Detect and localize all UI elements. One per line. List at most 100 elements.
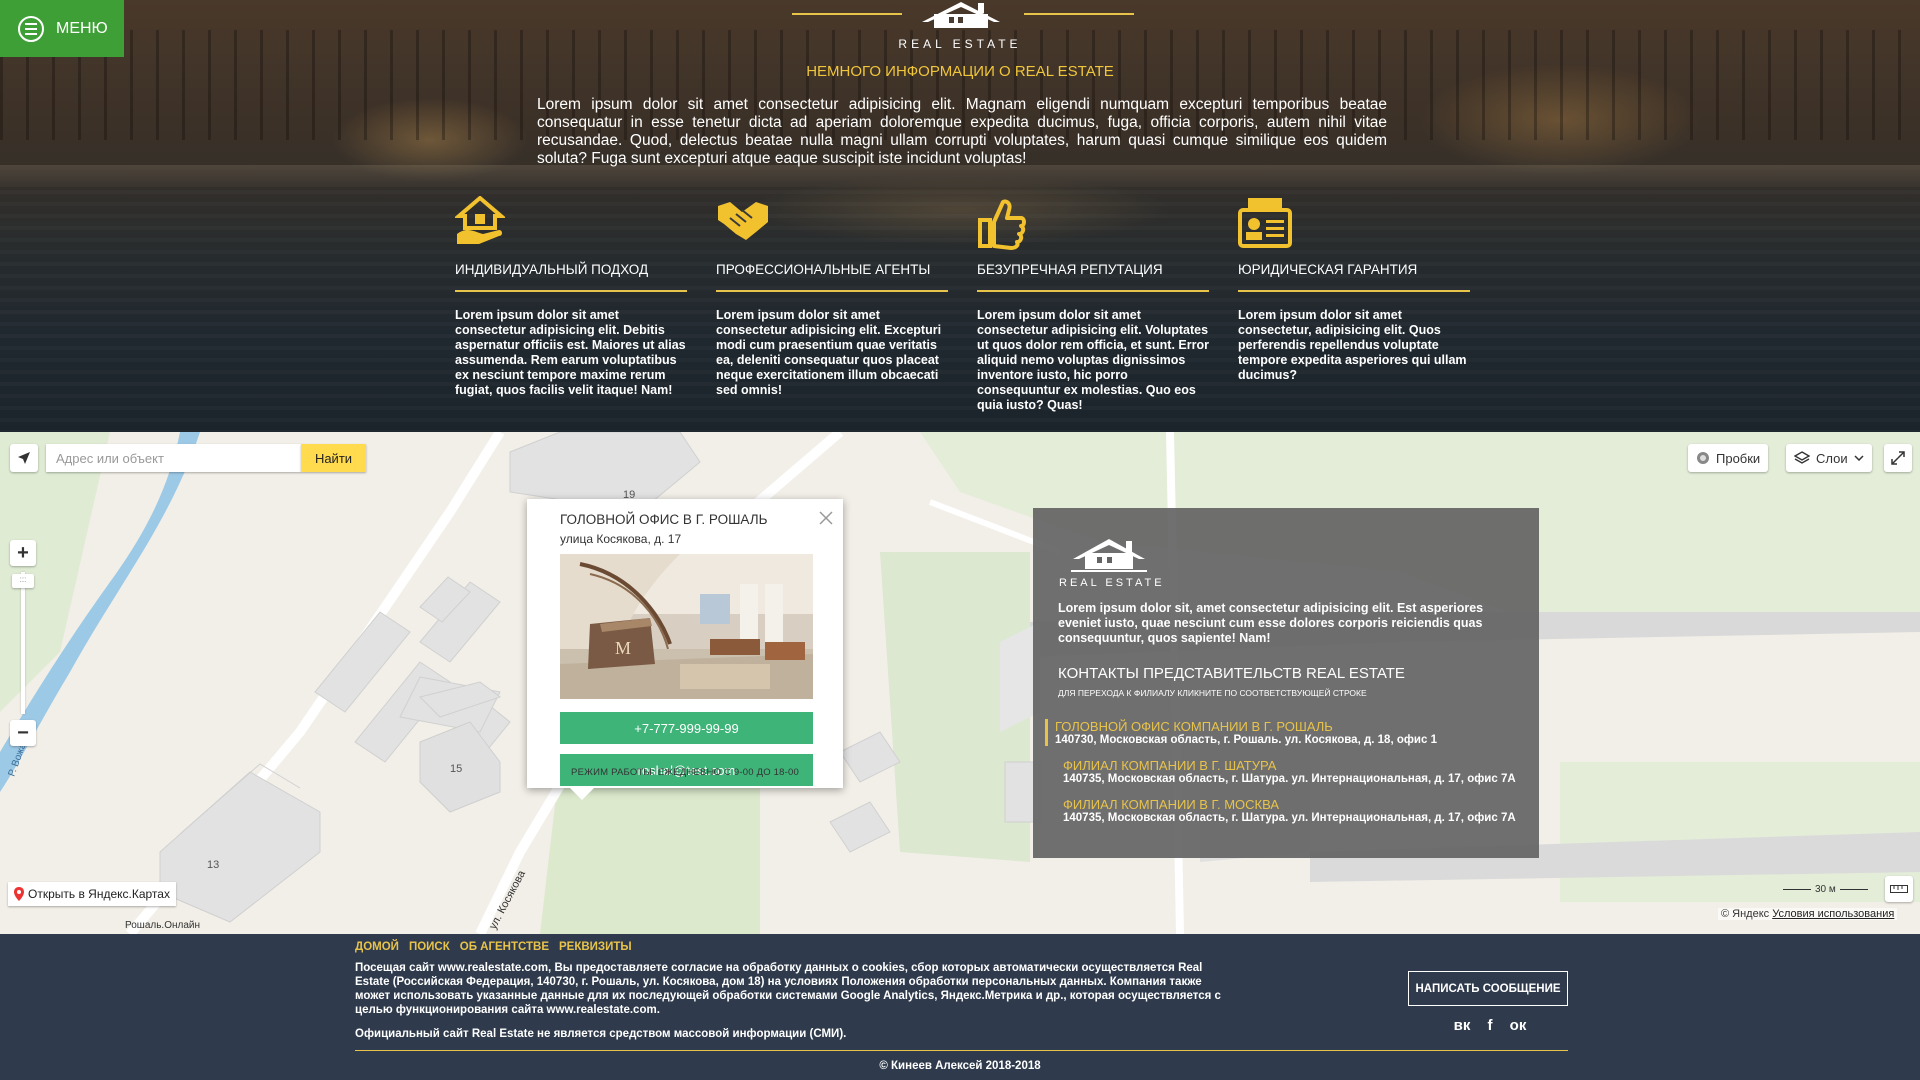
office-address: 140735, Московская область, г. Шатура. у…: [1063, 773, 1516, 785]
logo-line-left: [792, 13, 902, 15]
map-scale-value: 30 м: [1815, 884, 1836, 895]
footer-legal-text: Посещая сайт www.realestate.com, Вы пред…: [355, 962, 1221, 1016]
footer-nav: ДОМОЙ ПОИСК ОБ АГЕНТСТВЕ РЕКВИЗИТЫ: [355, 941, 632, 953]
footer-divider: [355, 1050, 1568, 1051]
ruler-icon: [1890, 885, 1908, 893]
handshake-icon: [716, 196, 948, 254]
social-links: вк f ок: [1454, 1016, 1527, 1034]
odnoklassniki-icon[interactable]: ок: [1510, 1016, 1527, 1034]
office-address: 140730, Московская область, г. Рошаль. у…: [1055, 734, 1437, 746]
open-in-yandex-maps-link[interactable]: Открыть в Яндекс.Картах: [8, 882, 176, 906]
house-logo-icon: [1071, 539, 1147, 572]
logo-brand-text: REAL ESTATE: [898, 37, 1022, 51]
footer-link-home[interactable]: ДОМОЙ: [355, 941, 399, 953]
svg-text:M: M: [615, 638, 631, 658]
feature-text: Lorem ipsum dolor sit amet consectetur, …: [1238, 308, 1467, 382]
hero-description: Lorem ipsum dolor sit amet consectetur a…: [537, 96, 1387, 167]
map-canvas[interactable]: 19 15 13 ул. Косякова Р. Вожа: [0, 432, 1920, 934]
terms-of-use-link[interactable]: Условия использования: [1772, 908, 1894, 920]
vk-icon[interactable]: вк: [1454, 1016, 1471, 1034]
feature-individual-approach: ИНДИВИДУАЛЬНЫЙ ПОДХОД Lorem ipsum dolor …: [453, 195, 687, 398]
layers-icon: [1794, 451, 1810, 464]
footer-link-about[interactable]: ОБ АГЕНТСТВЕ: [460, 941, 549, 953]
ruler-button[interactable]: [1885, 876, 1913, 902]
logo-line-right: [1024, 13, 1134, 15]
traffic-light-icon: [1697, 452, 1709, 464]
contacts-brand: REAL ESTATE: [1059, 577, 1165, 589]
feature-professional-agents: ПРОФЕССИОНАЛЬНЫЕ АГЕНТЫ Lorem ipsum dolo…: [716, 196, 948, 398]
house-logo-icon: [922, 2, 1000, 28]
thumbs-up-icon: [977, 196, 1209, 254]
write-message-button[interactable]: НАПИСАТЬ СООБЩЕНИЕ: [1408, 971, 1568, 1006]
feature-impeccable-reputation: БЕЗУПРЕЧНАЯ РЕПУТАЦИЯ Lorem ipsum dolor …: [977, 196, 1209, 413]
features-list: ИНДИВИДУАЛЬНЫЙ ПОДХОД Lorem ipsum dolor …: [453, 195, 1475, 416]
map-label-building-13: 13: [207, 859, 219, 871]
traffic-label: Пробки: [1716, 450, 1761, 466]
yandex-copyright: © Яндекс: [1721, 908, 1770, 920]
office-address: 140735, Московская область, г. Шатура. у…: [1063, 812, 1516, 824]
traffic-button[interactable]: Пробки: [1688, 444, 1769, 472]
office-photo: M: [560, 554, 813, 699]
close-icon[interactable]: [817, 509, 835, 527]
feature-text: Lorem ipsum dolor sit amet consectetur a…: [977, 308, 1209, 412]
map-pin-icon: [14, 887, 24, 901]
hero-logo: REAL ESTATE: [0, 0, 1920, 56]
contacts-heading: КОНТАКТЫ ПРЕДСТАВИТЕЛЬСТВ REAL ESTATE: [1058, 665, 1405, 682]
office-name: ГОЛОВНОЙ ОФИС КОМПАНИИ В Г. РОШАЛЬ: [1055, 719, 1333, 734]
zoom-control: + ::: −: [10, 540, 36, 746]
zoom-slider-handle[interactable]: :::: [12, 574, 34, 588]
footer-link-requisites[interactable]: РЕКВИЗИТЫ: [559, 941, 632, 953]
house-hand-icon: [453, 195, 687, 254]
feature-title: ИНДИВИДУАЛЬНЫЙ ПОДХОД: [455, 262, 687, 292]
footer: ДОМОЙ ПОИСК ОБ АГЕНТСТВЕ РЕКВИЗИТЫ Посещ…: [0, 934, 1920, 1080]
map-attribution-label: Рошаль.Онлайн: [125, 920, 201, 931]
office-name: ФИЛИАЛ КОМПАНИИ В Г. МОСКВА: [1063, 797, 1280, 812]
balloon-working-hours: РЕЖИМ РАБОТЫ: ЕЖЕДНЕВНО С 9-00 ДО 18-00: [571, 767, 799, 778]
feature-text: Lorem ipsum dolor sit amet consectetur a…: [455, 308, 686, 397]
contacts-panel: REAL ESTATE Lorem ipsum dolor sit, amet …: [1033, 508, 1539, 858]
layers-button[interactable]: Слои: [1786, 444, 1872, 472]
id-card-icon: [1238, 196, 1470, 254]
contacts-hint: ДЛЯ ПЕРЕХОДА К ФИЛИАЛУ КЛИКНИТЕ ПО СООТВ…: [1058, 688, 1367, 698]
office-item-moscow[interactable]: ФИЛИАЛ КОМПАНИИ В Г. МОСКВА 140735, Моск…: [1053, 797, 1523, 824]
feature-title: ПРОФЕССИОНАЛЬНЫЕ АГЕНТЫ: [716, 262, 948, 292]
fullscreen-button[interactable]: [1884, 444, 1912, 472]
expand-icon: [1891, 451, 1905, 465]
geolocation-button[interactable]: [10, 444, 38, 472]
zoom-slider[interactable]: :::: [12, 572, 34, 714]
map-scale: 30 м: [1783, 884, 1868, 895]
zoom-out-button[interactable]: −: [10, 720, 36, 746]
location-arrow-icon: [18, 452, 30, 464]
office-item-roshal[interactable]: ГОЛОВНОЙ ОФИС КОМПАНИИ В Г. РОШАЛЬ 14073…: [1045, 719, 1515, 746]
balloon-phone-button[interactable]: +7-777-999-99-99: [560, 712, 813, 744]
hero-subtitle: НЕМНОГО ИНФОРМАЦИИ О REAL ESTATE: [806, 63, 1114, 80]
map-search: Найти: [10, 444, 366, 472]
hamburger-icon: [18, 15, 44, 42]
hero-section: МЕНЮ REAL ESTATE НЕМНОГО ИНФОРМАЦИИ О RE…: [0, 0, 1920, 432]
footer-smi-notice: Официальный сайт Real Estate не является…: [355, 1028, 847, 1040]
zoom-in-button[interactable]: +: [10, 540, 36, 566]
footer-link-search[interactable]: ПОИСК: [409, 941, 450, 953]
feature-title: БЕЗУПРЕЧНАЯ РЕПУТАЦИЯ: [977, 262, 1209, 292]
feature-title: ЮРИДИЧЕСКАЯ ГАРАНТИЯ: [1238, 262, 1470, 292]
menu-label: МЕНЮ: [56, 19, 108, 37]
feature-legal-guarantee: ЮРИДИЧЕСКАЯ ГАРАНТИЯ Lorem ipsum dolor s…: [1238, 196, 1470, 383]
balloon-address: улица Косякова, д. 17: [560, 532, 682, 546]
chevron-down-icon: [1854, 455, 1864, 461]
map-copyright: © Яндекс Условия использования: [1718, 908, 1898, 920]
open-in-yandex-label: Открыть в Яндекс.Картах: [28, 887, 170, 901]
balloon-title: ГОЛОВНОЙ ОФИС В Г. РОШАЛЬ: [560, 512, 768, 527]
office-balloon: ГОЛОВНОЙ ОФИС В Г. РОШАЛЬ улица Косякова…: [527, 499, 843, 800]
map-search-button[interactable]: Найти: [301, 444, 366, 472]
map-label-building-15: 15: [450, 763, 462, 775]
map-section[interactable]: 19 15 13 ул. Косякова Р. Вожа Найти + ::…: [0, 432, 1920, 934]
footer-copyright: © Кинеев Алексей 2018-2018: [879, 1060, 1041, 1072]
menu-button[interactable]: МЕНЮ: [0, 0, 124, 57]
contacts-intro: Lorem ipsum dolor sit, amet consectetur …: [1058, 601, 1484, 645]
feature-text: Lorem ipsum dolor sit amet consectetur a…: [716, 308, 942, 397]
office-item-shatura[interactable]: ФИЛИАЛ КОМПАНИИ В Г. ШАТУРА 140735, Моск…: [1053, 758, 1523, 785]
map-search-input[interactable]: [46, 444, 301, 472]
facebook-icon[interactable]: f: [1482, 1016, 1498, 1034]
office-name: ФИЛИАЛ КОМПАНИИ В Г. ШАТУРА: [1063, 758, 1277, 773]
layers-label: Слои: [1816, 450, 1848, 466]
